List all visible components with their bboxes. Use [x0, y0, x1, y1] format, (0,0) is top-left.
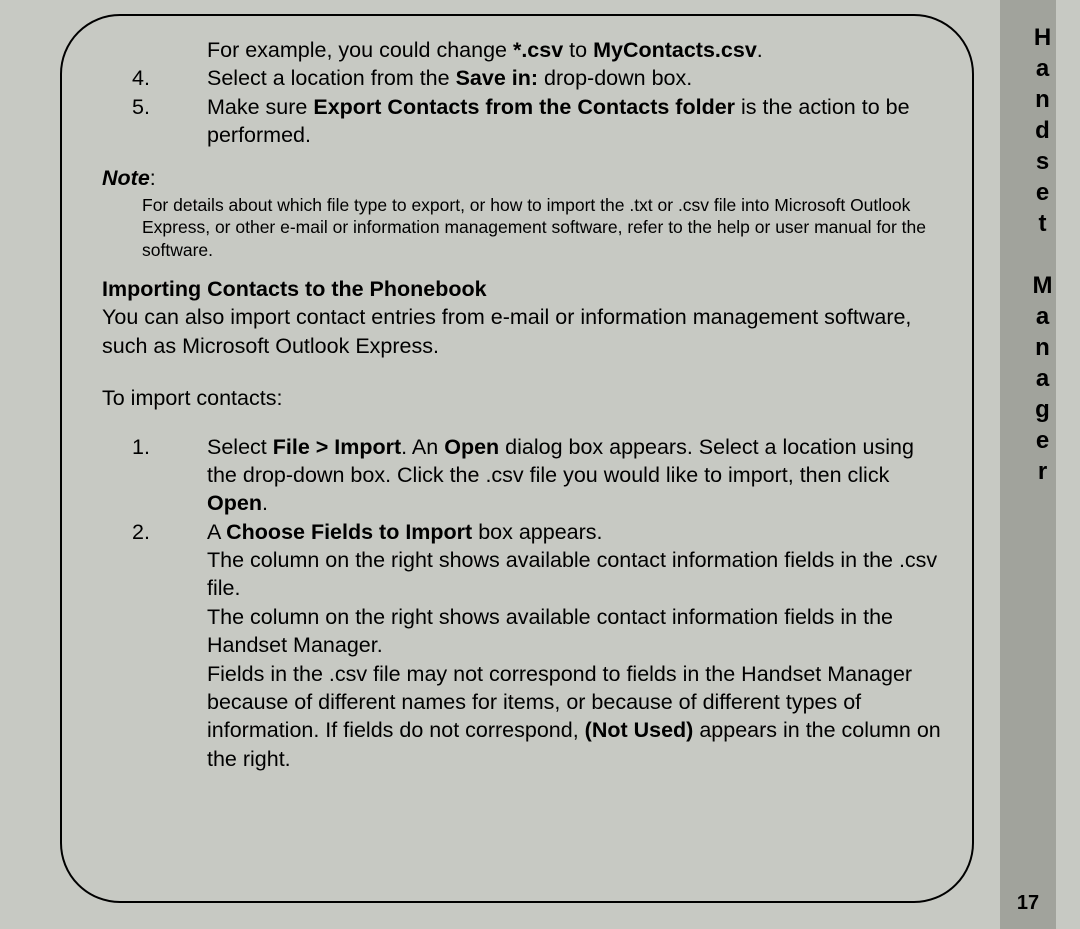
list-number: 2. — [102, 518, 207, 773]
bold: File > Import — [273, 435, 401, 459]
bold: Open — [444, 435, 499, 459]
import-steps: 1. Select File > Import. An Open dialog … — [102, 433, 942, 774]
text-post: drop-down box. — [538, 66, 692, 90]
list-text: Select File > Import. An Open dialog box… — [207, 433, 942, 518]
list-number: 4. — [102, 64, 207, 92]
list-text: Make sure Export Contacts from the Conta… — [207, 93, 942, 150]
text-pre: Select a location from the — [207, 66, 456, 90]
list-number-blank — [102, 36, 207, 64]
bold: Open — [207, 491, 262, 515]
manual-page: Handset Manager 17 For example, you coul… — [0, 0, 1080, 929]
note-body: For details about which file type to exp… — [102, 194, 942, 261]
list-item: For example, you could change *.csv to M… — [102, 36, 942, 64]
t: A — [207, 520, 226, 544]
list-text: Select a location from the Save in: drop… — [207, 64, 942, 92]
page-number: 17 — [1000, 892, 1056, 915]
list-number: 1. — [102, 433, 207, 518]
bold: Choose Fields to Import — [226, 520, 472, 544]
bold: Save in: — [456, 66, 538, 90]
note-colon: : — [150, 166, 156, 190]
line: The column on the right shows available … — [207, 603, 942, 660]
list-number: 5. — [102, 93, 207, 150]
text-pre: For example, you could change — [207, 38, 513, 62]
t: . — [262, 491, 268, 515]
text-pre: Make sure — [207, 95, 313, 119]
side-tab: Handset Manager 17 — [1000, 0, 1056, 929]
list-text: A Choose Fields to Import box appears. T… — [207, 518, 942, 773]
list-item: 4. Select a location from the Save in: d… — [102, 64, 942, 92]
t: . An — [401, 435, 444, 459]
list-item: 1. Select File > Import. An Open dialog … — [102, 433, 942, 518]
section-title: Importing Contacts to the Phonebook — [102, 275, 942, 303]
content-body: For example, you could change *.csv to M… — [102, 36, 942, 773]
t: Select — [207, 435, 273, 459]
bold: (Not Used) — [585, 718, 694, 742]
section-lead: To import contacts: — [102, 384, 942, 412]
note-label: Note: — [102, 164, 942, 192]
bold: *.csv — [513, 38, 563, 62]
content-frame: For example, you could change *.csv to M… — [60, 14, 974, 903]
list-item: 5. Make sure Export Contacts from the Co… — [102, 93, 942, 150]
t: box appears. — [472, 520, 602, 544]
section-intro: You can also import contact entries from… — [102, 303, 942, 360]
text-mid: to — [563, 38, 593, 62]
export-steps-continued: For example, you could change *.csv to M… — [102, 36, 942, 150]
list-text: For example, you could change *.csv to M… — [207, 36, 942, 64]
note-word: Note — [102, 166, 150, 190]
line: The column on the right shows available … — [207, 546, 942, 603]
bold: Export Contacts from the Contacts folder — [313, 95, 735, 119]
list-item: 2. A Choose Fields to Import box appears… — [102, 518, 942, 773]
text-post: . — [757, 38, 763, 62]
line: A Choose Fields to Import box appears. — [207, 518, 942, 546]
side-tab-title: Handset Manager — [1000, 24, 1056, 489]
bold: MyContacts.csv — [593, 38, 757, 62]
line: Fields in the .csv file may not correspo… — [207, 660, 942, 774]
